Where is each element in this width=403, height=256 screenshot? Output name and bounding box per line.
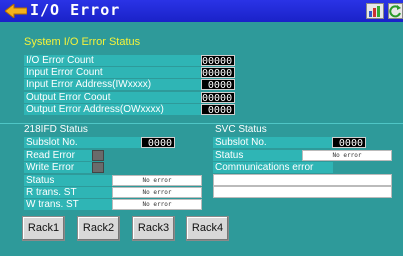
fd-status-value: No error: [112, 175, 202, 186]
write-error-lamp: [92, 162, 104, 173]
r-trans-label: R trans. ST: [24, 187, 112, 198]
window-title: I/O Error: [30, 1, 121, 19]
rack1-button[interactable]: Rack1: [22, 216, 65, 241]
fd-status-heading: 218IFD Status: [24, 124, 88, 135]
input-error-count-label: Input Error Count: [24, 67, 202, 78]
svc-status-heading: SVC Status: [215, 124, 267, 135]
output-error-address-label: Output Error Address(OWxxxx): [24, 104, 202, 115]
rack2-button[interactable]: Rack2: [77, 216, 120, 241]
fd-subslot-value: 0000: [141, 137, 175, 149]
svc-status-value: No error: [302, 150, 392, 161]
svc-subslot-label: Subslot No.: [213, 137, 333, 148]
left-arrow-icon[interactable]: [5, 4, 27, 18]
write-error-label: Write Error: [24, 162, 92, 173]
io-error-count-value: 00000: [201, 55, 235, 67]
w-trans-label: W trans. ST: [24, 199, 112, 210]
refresh-icon[interactable]: [388, 3, 403, 19]
input-error-address-label: Input Error Address(IWxxxx): [24, 79, 202, 90]
rack3-button[interactable]: Rack3: [132, 216, 175, 241]
read-error-lamp: [92, 150, 104, 161]
fd-subslot-label: Subslot No.: [24, 137, 142, 148]
output-error-address-value: 0000: [201, 104, 235, 116]
io-error-count-label: I/O Error Count: [24, 55, 202, 66]
bar-chart-icon[interactable]: [366, 3, 384, 19]
input-error-count-value: 00000: [201, 67, 235, 79]
svc-status-label: Status: [213, 150, 302, 161]
output-error-count-value: 00000: [201, 92, 235, 104]
system-status-heading: System I/O Error Status: [24, 36, 141, 48]
comm-error-label: Communications error: [213, 162, 333, 173]
output-error-count-label: Output Error Coout: [24, 92, 202, 103]
comm-error-box-1: [213, 174, 392, 186]
r-trans-value: No error: [112, 187, 202, 198]
fd-status-label: Status: [24, 175, 112, 186]
rack4-button[interactable]: Rack4: [186, 216, 229, 241]
input-error-address-value: 0000: [201, 79, 235, 91]
read-error-label: Read Error: [24, 150, 92, 161]
w-trans-value: No error: [112, 199, 202, 210]
comm-error-box-2: [213, 186, 392, 198]
title-bar: I/O Error: [0, 0, 403, 22]
svc-subslot-value: 0000: [332, 137, 366, 149]
